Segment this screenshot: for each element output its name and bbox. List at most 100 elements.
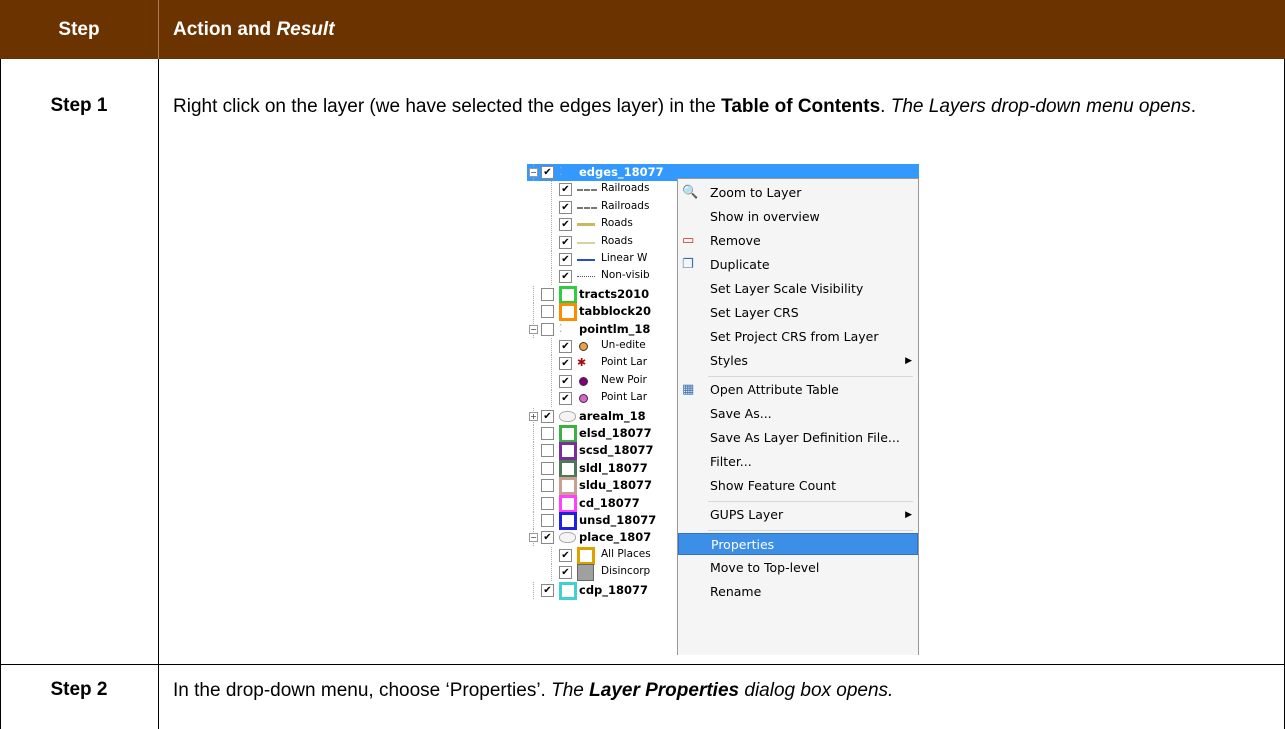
layer-tree-item[interactable]: + ✔ arealm_18 (527, 407, 682, 425)
layer-name: unsd_18077 (579, 513, 657, 527)
layer-symbol-icon (559, 512, 577, 530)
layer-tree-item[interactable]: sldl_18077 (527, 459, 682, 478)
layer-symbol-icon (577, 241, 595, 244)
layer-tree-item[interactable]: tabblock20 (527, 303, 682, 322)
layer-visibility-checkbox[interactable]: ✔ (559, 392, 572, 406)
layer-visibility-checkbox[interactable] (541, 287, 554, 301)
menu-item-label: GUPS Layer (710, 507, 784, 522)
menu-item-styles[interactable]: Styles ▶ (678, 350, 918, 372)
tree-guide-line (551, 233, 552, 251)
menu-item-show-in-overview[interactable]: Show in overview (678, 206, 918, 228)
layer-visibility-checkbox[interactable] (541, 444, 554, 458)
table-icon: ▦ (682, 382, 695, 397)
layer-visibility-checkbox[interactable] (541, 305, 554, 319)
expander-icon[interactable]: + (529, 411, 538, 421)
tree-guide-line (551, 355, 552, 373)
layer-tree-item[interactable]: ✔ Un-edite (527, 338, 682, 355)
layer-symbol-icon (579, 342, 588, 351)
layer-tree-item[interactable]: tracts2010 (527, 285, 682, 304)
layer-visibility-checkbox[interactable]: ✔ (559, 340, 572, 353)
layer-tree-item[interactable]: ✔ All Places (527, 546, 682, 565)
layer-tree-item[interactable]: cd_18077 (527, 494, 682, 513)
layer-tree-item[interactable]: ✔ Roads (527, 216, 682, 234)
menu-item-save-as-layer-definition-file[interactable]: Save As Layer Definition File... (678, 427, 918, 449)
layer-tree-item[interactable]: ✔ Railroads (527, 181, 682, 199)
menu-separator (708, 501, 913, 502)
layer-visibility-checkbox[interactable]: ✔ (541, 531, 554, 545)
layer-visibility-checkbox[interactable]: ✔ (559, 357, 572, 371)
layer-tree-item[interactable]: ✔ cdp_18077 (527, 581, 682, 600)
menu-item-zoom-to-layer[interactable]: 🔍 Zoom to Layer (678, 182, 918, 204)
menu-item-move-to-top-level[interactable]: Move to Top-level (678, 557, 918, 579)
tree-guide-line (533, 581, 534, 599)
table-border-left (0, 59, 1, 729)
layer-name: Railroads (601, 199, 650, 212)
layer-tree-item[interactable]: − ⁚ pointlm_18 (527, 320, 682, 338)
layer-symbol-icon (579, 376, 588, 386)
menu-item-gups-layer[interactable]: GUPS Layer ▶ (678, 504, 918, 526)
header-divider (158, 0, 159, 59)
layer-name: cd_18077 (579, 495, 640, 510)
layer-visibility-checkbox[interactable]: ✔ (559, 200, 572, 214)
layer-name: cdp_18077 (579, 582, 649, 597)
layer-visibility-checkbox[interactable]: ✔ (559, 218, 572, 232)
layer-visibility-checkbox[interactable]: ✔ (559, 253, 572, 266)
layer-visibility-checkbox[interactable] (541, 514, 554, 527)
menu-item-remove[interactable]: ▭ Remove (678, 230, 918, 252)
layer-visibility-checkbox[interactable] (541, 461, 554, 475)
layer-symbol-icon (559, 303, 577, 322)
menu-item-filter[interactable]: Filter... (678, 451, 918, 473)
layer-symbol-icon (577, 564, 594, 582)
layer-tree-item[interactable]: ✔ Railroads (527, 198, 682, 216)
layer-tree-item[interactable]: scsd_18077 (527, 442, 682, 461)
menu-item-label: Show in overview (710, 209, 820, 224)
layer-visibility-checkbox[interactable]: ✔ (559, 548, 572, 562)
layer-visibility-checkbox[interactable]: ✔ (559, 566, 572, 580)
layer-visibility-checkbox[interactable]: ✔ (541, 166, 554, 179)
layer-context-menu: 🔍 Zoom to Layer Show in overview ▭ Remove ❐ Du… (677, 178, 919, 655)
layer-visibility-checkbox[interactable]: ✔ (541, 409, 554, 423)
layer-visibility-checkbox[interactable] (541, 479, 554, 493)
menu-item-label: Properties (711, 537, 775, 552)
layer-visibility-checkbox[interactable] (541, 427, 554, 440)
tree-guide-line (551, 268, 552, 286)
menu-item-set-project-crs-from-layer[interactable]: Set Project CRS from Layer (678, 326, 918, 348)
layer-tree-item[interactable]: ✔ Disincorp (527, 564, 682, 582)
expander-icon[interactable]: − (529, 324, 538, 334)
layer-tree-item[interactable]: ✔ Point Lar (527, 390, 682, 408)
layer-tree-item[interactable]: sldu_18077 (527, 477, 682, 496)
menu-item-label: Move to Top-level (710, 560, 820, 575)
qgis-context-menu-screenshot: − ✔ ⁚ edges_18077 ✔ Railroads ✔ Railroads ✔ Roads… (527, 164, 919, 655)
menu-item-set-layer-crs[interactable]: Set Layer CRS (678, 302, 918, 324)
layer-tree-item[interactable]: ✔ New Poir (527, 372, 682, 390)
layer-visibility-checkbox[interactable]: ✔ (559, 374, 572, 388)
expander-icon[interactable]: − (529, 168, 538, 177)
layer-visibility-checkbox[interactable]: ✔ (541, 583, 554, 597)
expander-icon[interactable]: − (529, 533, 538, 543)
menu-item-rename[interactable]: Rename (678, 581, 918, 603)
layer-tree-item[interactable]: ✔ Non-visib (527, 268, 682, 286)
layer-tree-item[interactable]: unsd_18077 (527, 512, 682, 530)
menu-item-open-attribute-table[interactable]: ▦ Open Attribute Table (678, 379, 918, 401)
layer-visibility-checkbox[interactable]: ✔ (559, 183, 572, 197)
layer-tree-item[interactable]: ✔ Roads (527, 233, 682, 251)
layer-name: pointlm_18 (579, 321, 651, 336)
menu-item-label: Remove (710, 233, 761, 248)
layer-tree-item[interactable]: ✔ Linear W (527, 251, 682, 268)
menu-item-save-as[interactable]: Save As... (678, 403, 918, 425)
menu-item-set-layer-scale-visibility[interactable]: Set Layer Scale Visibility (678, 278, 918, 300)
layer-tree-item[interactable]: ✔ ✱ Point Lar (527, 355, 682, 373)
layer-tree-item[interactable]: elsd_18077 (527, 425, 682, 443)
menu-item-properties[interactable]: Properties (678, 533, 918, 555)
layer-visibility-checkbox[interactable]: ✔ (559, 270, 572, 284)
menu-item-show-feature-count[interactable]: Show Feature Count (678, 475, 918, 497)
menu-item-duplicate[interactable]: ❐ Duplicate (678, 254, 918, 276)
layer-visibility-checkbox[interactable] (541, 496, 554, 510)
layer-tree-item[interactable]: − ✔ place_1807 (527, 529, 682, 547)
tree-guide-line (533, 512, 534, 529)
layer-symbol-icon (559, 425, 577, 443)
layer-visibility-checkbox[interactable]: ✔ (559, 235, 572, 249)
menu-item-label: Save As... (710, 406, 772, 421)
menu-item-label: Save As Layer Definition File... (710, 430, 900, 445)
layer-visibility-checkbox[interactable] (541, 322, 554, 336)
